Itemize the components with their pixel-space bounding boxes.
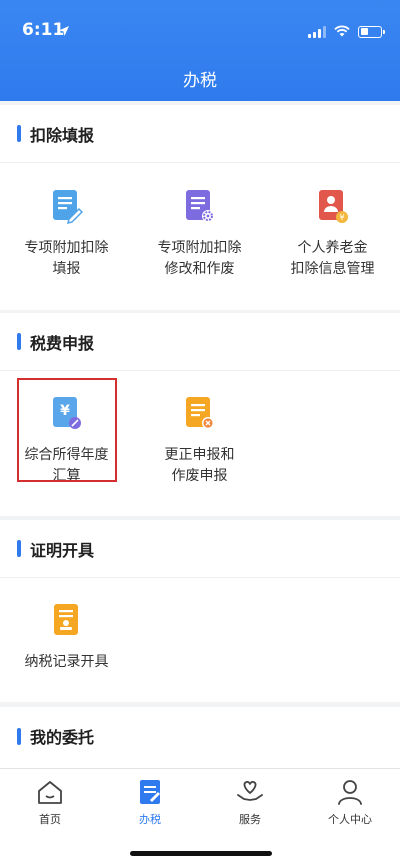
tax-doc-icon bbox=[136, 780, 164, 809]
section-header: 扣除填报 bbox=[0, 105, 400, 163]
status-icons bbox=[308, 22, 385, 41]
svg-text:¥: ¥ bbox=[339, 213, 344, 222]
highlight-annotation-box bbox=[17, 378, 117, 482]
grid-item-pension-deduction[interactable]: ¥ 个人养老金 扣除信息管理 bbox=[266, 188, 399, 280]
section-title: 扣除填报 bbox=[30, 125, 95, 145]
section-header: 证明开具 bbox=[0, 520, 400, 578]
tab-label: 服务 bbox=[239, 813, 261, 826]
app-header: 6:11 办税 bbox=[0, 0, 400, 101]
grid-item-correct-cancel-declaration[interactable]: 更正申报和 作废申报 bbox=[133, 395, 266, 487]
tab-home[interactable]: 首页 bbox=[0, 779, 100, 827]
wifi-icon bbox=[334, 22, 350, 41]
section-my-entrustment: 我的委托 bbox=[0, 707, 400, 768]
form-settings-icon bbox=[184, 188, 216, 224]
tab-service[interactable]: 服务 bbox=[200, 779, 300, 827]
location-arrow-icon bbox=[58, 22, 70, 41]
page-title: 办税 bbox=[183, 71, 217, 91]
tab-label: 办税 bbox=[139, 813, 161, 826]
tab-profile[interactable]: 个人中心 bbox=[300, 779, 400, 827]
stamp-record-icon bbox=[51, 602, 83, 638]
tab-label: 个人中心 bbox=[328, 813, 372, 826]
grid-item-label: 更正申报和 作废申报 bbox=[164, 447, 235, 484]
form-cancel-icon bbox=[184, 395, 216, 431]
section-header: 我的委托 bbox=[0, 707, 400, 765]
section-title: 证明开具 bbox=[30, 540, 95, 560]
tab-label: 首页 bbox=[39, 813, 61, 826]
section-header: 税费申报 bbox=[0, 313, 400, 371]
section-certificate: 证明开具 纳税记录开具 bbox=[0, 520, 400, 702]
battery-icon bbox=[358, 25, 385, 38]
form-edit-icon bbox=[51, 188, 83, 225]
grid-item-label: 纳税记录开具 bbox=[24, 654, 109, 670]
heart-hand-icon bbox=[236, 781, 264, 809]
grid-item-special-deduction-modify[interactable]: 专项附加扣除 修改和作废 bbox=[133, 188, 266, 280]
grid-item-label: 专项附加扣除 修改和作废 bbox=[157, 240, 242, 277]
grid-item-special-deduction-fill[interactable]: 专项附加扣除 填报 bbox=[0, 188, 133, 280]
cellular-signal-icon bbox=[308, 25, 326, 38]
tab-tax[interactable]: 办税 bbox=[100, 779, 200, 827]
grid-item-label: 专项附加扣除 填报 bbox=[24, 240, 109, 277]
home-indicator[interactable] bbox=[130, 851, 272, 856]
section-title: 税费申报 bbox=[30, 333, 95, 353]
user-icon bbox=[336, 780, 364, 809]
section-title: 我的委托 bbox=[30, 728, 95, 747]
grid-item-tax-record[interactable]: 纳税记录开具 bbox=[0, 602, 133, 673]
home-icon bbox=[36, 781, 64, 809]
section-deduction: 扣除填报 专项附加扣除 填报 专项附加扣除 修改和作废 ¥ 个人养老金 扣除信息… bbox=[0, 105, 400, 310]
pension-icon: ¥ bbox=[317, 188, 349, 224]
grid-item-label: 个人养老金 扣除信息管理 bbox=[290, 240, 375, 277]
